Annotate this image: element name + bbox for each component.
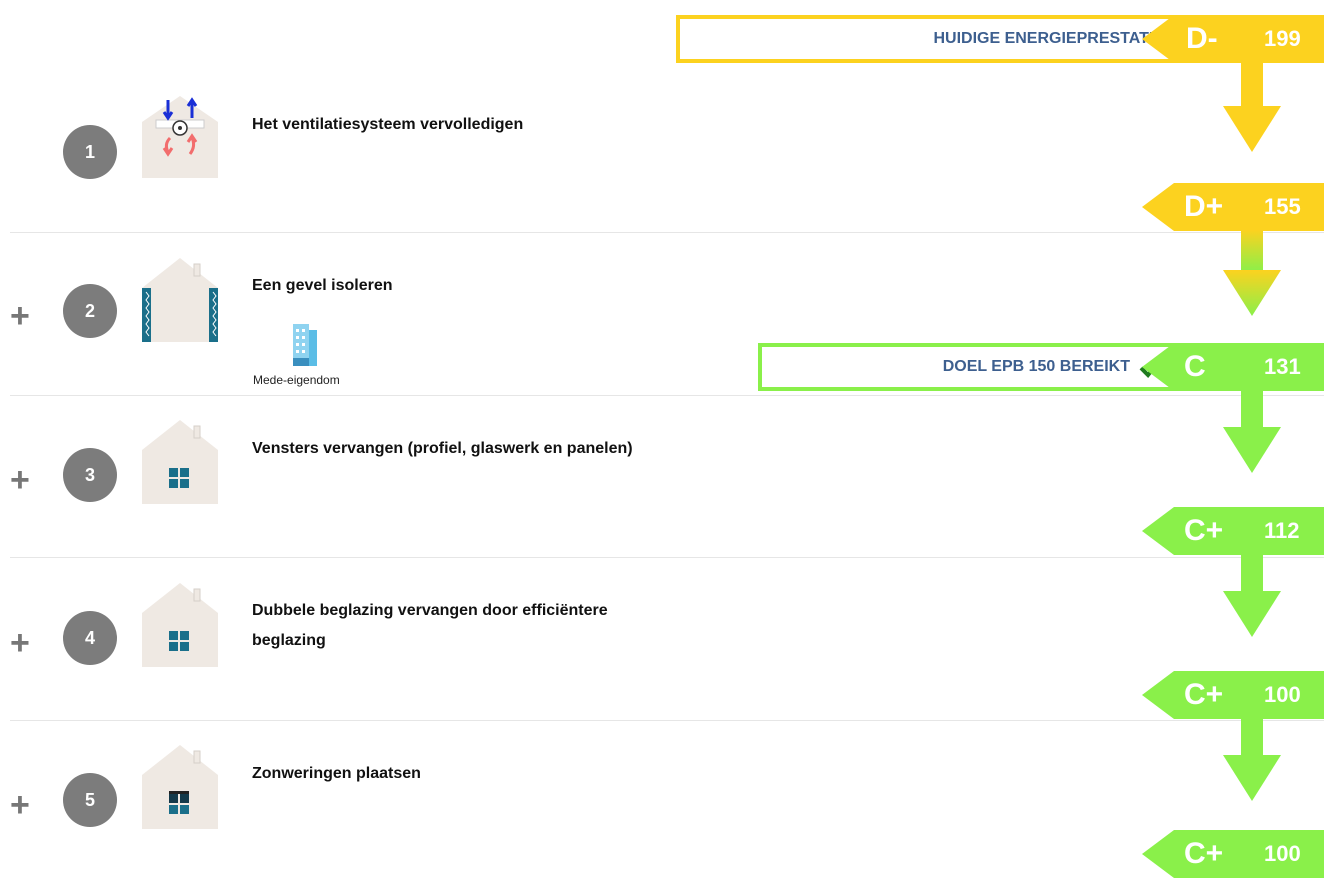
- plus-icon: +: [10, 297, 30, 335]
- step-title: Dubbele beglazing vervangen door efficië…: [252, 596, 608, 656]
- step-number-badge: 4: [63, 611, 117, 665]
- down-arrow-icon: [1223, 553, 1281, 637]
- current-performance-banner: HUIDIGE ENERGIEPRESTATIE: [676, 15, 1202, 63]
- step-number-badge: 1: [63, 125, 117, 179]
- current-class: D-: [1186, 22, 1218, 55]
- step-number-badge: 3: [63, 448, 117, 502]
- level-class: C+: [1184, 678, 1224, 711]
- goal-label: DOEL EPB 150 BEREIKT: [942, 358, 1130, 375]
- level-badge: C+ 100: [1142, 671, 1324, 719]
- level-value: 112: [1264, 518, 1300, 543]
- goal-banner: DOEL EPB 150 BEREIKT: [758, 343, 1202, 391]
- goal-class-badge: C 131: [1142, 343, 1324, 391]
- step-title-line: beglazing: [252, 632, 326, 649]
- goal-value: 131: [1264, 354, 1301, 379]
- window-house-icon: [142, 583, 218, 667]
- level-badge: C+ 112: [1142, 507, 1324, 555]
- level-value: 100: [1264, 841, 1301, 866]
- current-value: 199: [1264, 26, 1301, 51]
- step-number-badge: 5: [63, 773, 117, 827]
- plus-icon: +: [10, 624, 30, 662]
- step-title: Vensters vervangen (profiel, glaswerk en…: [252, 440, 633, 457]
- level-value: 155: [1264, 194, 1301, 219]
- row-divider: [10, 720, 1324, 721]
- level-class: C+: [1184, 514, 1224, 547]
- row-divider: [10, 232, 1324, 233]
- step-number-badge: 2: [63, 284, 117, 338]
- insulated-wall-house-icon: [142, 258, 218, 342]
- shaded-window-house-icon: [142, 745, 218, 829]
- level-badge: C+ 100: [1142, 830, 1324, 878]
- down-arrow-icon: [1223, 62, 1281, 152]
- plus-icon: +: [10, 461, 30, 499]
- ventilation-house-icon: [142, 96, 218, 178]
- step-title: Het ventilatiesysteem vervolledigen: [252, 116, 524, 133]
- level-badge: D+ 155: [1142, 183, 1324, 231]
- co-ownership-label: Mede-eigendom: [253, 373, 340, 387]
- down-arrow-icon: [1223, 230, 1281, 316]
- goal-class: C: [1184, 350, 1206, 383]
- plus-icon: +: [10, 786, 30, 824]
- step-title: Zonweringen plaatsen: [252, 765, 421, 782]
- row-divider: [10, 557, 1324, 558]
- step-title-line: Dubbele beglazing vervangen door efficië…: [252, 602, 608, 619]
- step-title: Een gevel isoleren: [252, 277, 393, 294]
- down-arrow-icon: [1223, 717, 1281, 801]
- level-class: D+: [1184, 190, 1224, 223]
- down-arrow-icon: [1223, 391, 1281, 473]
- current-class-badge: D- 199: [1142, 15, 1324, 63]
- current-performance-label: HUIDIGE ENERGIEPRESTATIE: [933, 30, 1164, 47]
- building-icon: [293, 324, 317, 366]
- row-divider: [10, 395, 1324, 396]
- level-class: C+: [1184, 837, 1224, 870]
- window-house-icon: [142, 420, 218, 504]
- level-value: 100: [1264, 682, 1301, 707]
